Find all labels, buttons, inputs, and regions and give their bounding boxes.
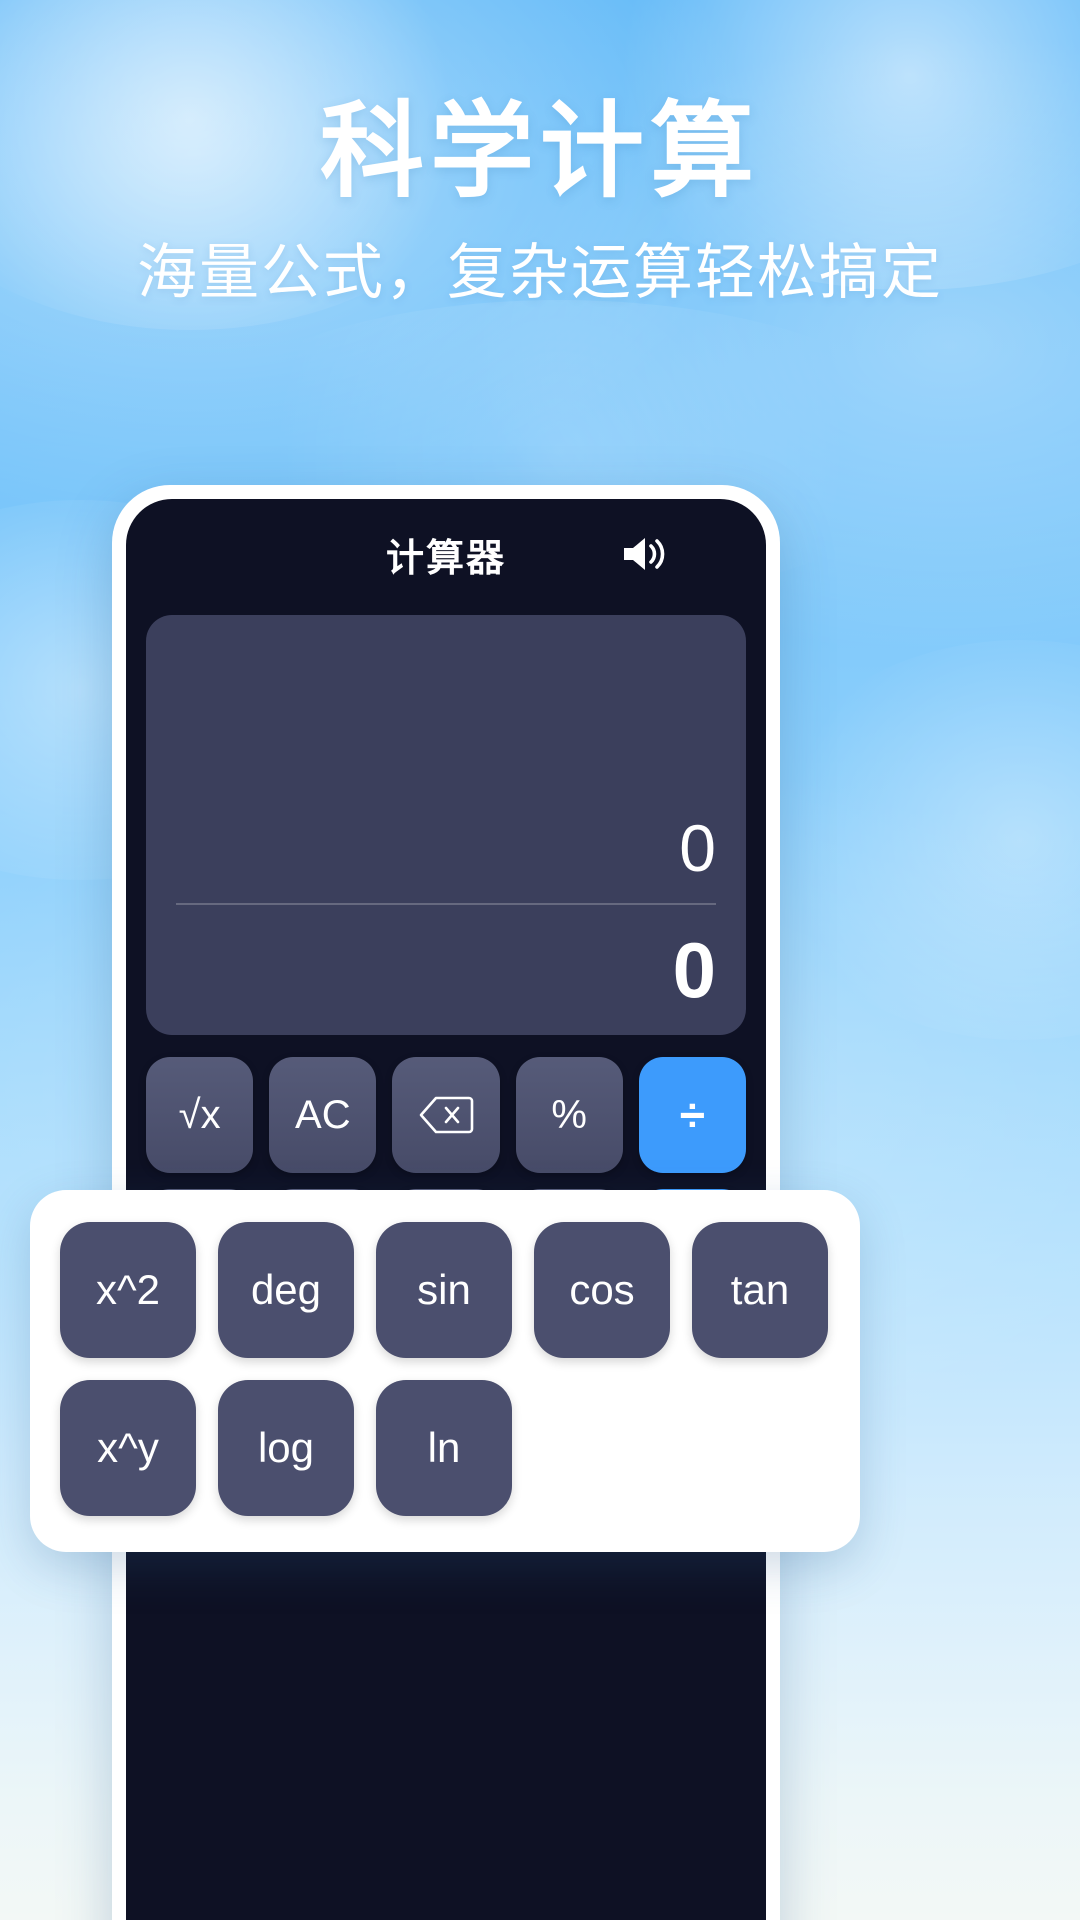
keypad-row: √x AC % ÷ bbox=[146, 1057, 747, 1173]
promo-subtitle: 海量公式，复杂运算轻松搞定 bbox=[137, 239, 943, 307]
key-tangent-label: tan bbox=[730, 1266, 790, 1313]
key-sqrt[interactable]: √x bbox=[146, 1057, 254, 1173]
key-sine[interactable]: sin bbox=[376, 1222, 512, 1358]
promo-screenshot: 科学计算 海量公式，复杂运算轻松搞定 计算器 0 0 √x AC % ÷ x^2… bbox=[0, 0, 1080, 1920]
key-log[interactable]: log bbox=[218, 1380, 354, 1516]
key-all-clear[interactable]: AC bbox=[269, 1057, 377, 1173]
key-cosine-label: cos bbox=[569, 1266, 635, 1313]
key-divide[interactable]: ÷ bbox=[638, 1057, 747, 1173]
science-card-row: x^2 deg sin cos tan bbox=[60, 1222, 830, 1358]
calculator-display: 0 0 bbox=[146, 615, 746, 1035]
key-power-label: x^y bbox=[97, 1424, 159, 1471]
key-percent-label: % bbox=[551, 1092, 587, 1137]
display-result: 0 bbox=[672, 926, 716, 1014]
key-percent[interactable]: % bbox=[515, 1057, 623, 1173]
key-power[interactable]: x^y bbox=[60, 1380, 196, 1516]
display-expression: 0 bbox=[679, 811, 716, 885]
science-card-row: x^y log ln bbox=[60, 1380, 830, 1516]
cloud-wisp bbox=[760, 640, 1080, 1040]
key-backspace[interactable] bbox=[392, 1057, 500, 1173]
key-cosine[interactable]: cos bbox=[534, 1222, 670, 1358]
key-natural-log-label: ln bbox=[427, 1424, 461, 1471]
key-square[interactable]: x^2 bbox=[60, 1222, 196, 1358]
app-title: 计算器 bbox=[385, 537, 506, 580]
promo-headings: 科学计算 海量公式，复杂运算轻松搞定 bbox=[0, 96, 1080, 308]
key-divide-label: ÷ bbox=[679, 1089, 706, 1141]
promo-title: 科学计算 bbox=[319, 94, 760, 210]
key-degree-mode-label: deg bbox=[250, 1266, 322, 1313]
key-square-label: x^2 bbox=[95, 1266, 161, 1313]
key-log-label: log bbox=[257, 1424, 315, 1471]
key-all-clear-label: AC bbox=[295, 1092, 351, 1137]
app-bar: 计算器 bbox=[126, 499, 766, 609]
speaker-icon[interactable] bbox=[618, 531, 670, 577]
key-tangent[interactable]: tan bbox=[692, 1222, 828, 1358]
key-sine-label: sin bbox=[417, 1266, 471, 1313]
key-natural-log[interactable]: ln bbox=[376, 1380, 512, 1516]
science-function-card: x^2 deg sin cos tan x^y log ln bbox=[30, 1190, 860, 1552]
key-degree-mode[interactable]: deg bbox=[218, 1222, 354, 1358]
backspace-icon bbox=[418, 1095, 474, 1135]
display-divider bbox=[176, 903, 716, 905]
key-sqrt-label: √x bbox=[178, 1092, 221, 1137]
